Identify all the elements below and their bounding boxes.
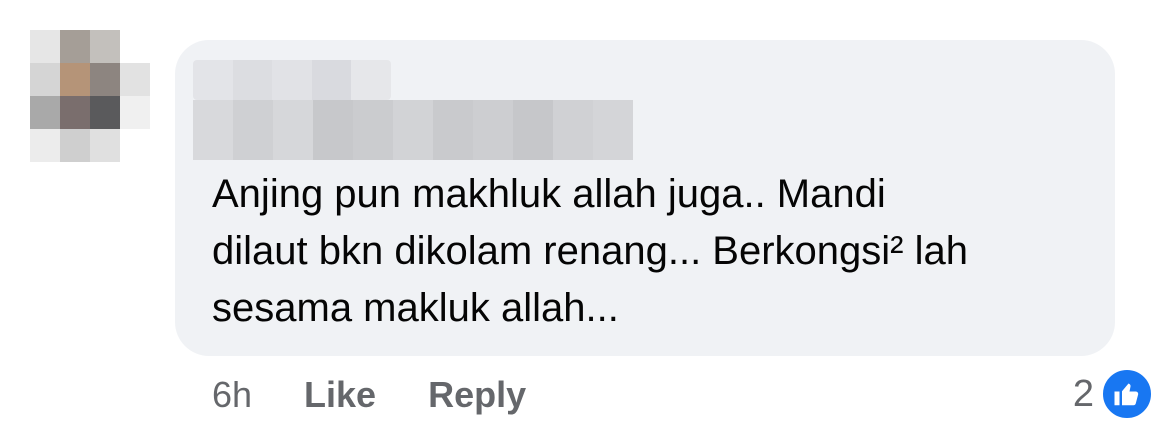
comment-timestamp[interactable]: 6h	[212, 374, 252, 416]
reply-button[interactable]: Reply	[428, 374, 526, 416]
thumbs-up-icon	[1100, 367, 1154, 421]
comment-text: Anjing pun makhluk allah juga.. Mandi di…	[212, 172, 968, 330]
reaction-summary[interactable]: 2	[1073, 366, 1154, 422]
reaction-count: 2	[1072, 372, 1094, 415]
avatar[interactable]	[30, 30, 150, 162]
like-button[interactable]: Like	[304, 374, 376, 416]
comment-bubble: Anjing pun makhluk allah juga.. Mandi di…	[175, 40, 1115, 356]
author-name-redacted[interactable]	[193, 60, 391, 100]
author-subtitle-redacted	[193, 100, 633, 160]
comment-actions: 6h Like Reply	[212, 370, 526, 420]
